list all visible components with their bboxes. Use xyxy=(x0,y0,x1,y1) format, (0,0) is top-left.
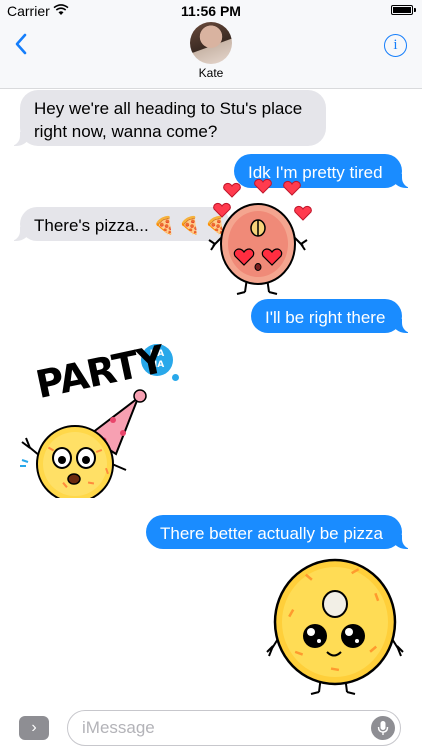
smiling-donut-sticker[interactable] xyxy=(265,556,405,698)
message-text: Hey we're all heading to Stu's place xyxy=(34,99,303,118)
info-icon[interactable]: i xyxy=(384,34,407,57)
message-text: right now, wanna come? xyxy=(34,122,218,141)
microphone-icon[interactable] xyxy=(371,716,395,740)
contact-avatar[interactable] xyxy=(190,22,232,64)
haha-dot xyxy=(172,374,179,381)
compose-bar: › xyxy=(0,706,422,750)
donut-heart-eyes-sticker[interactable] xyxy=(205,174,325,299)
message-text: I'll be right there xyxy=(265,308,386,327)
back-chevron-icon[interactable] xyxy=(10,32,34,56)
message-text: There's pizza... 🍕 🍕 🍕 xyxy=(34,216,227,235)
message-bubble-incoming[interactable]: There's pizza... 🍕 🍕 🍕 xyxy=(10,207,230,241)
battery-icon xyxy=(391,5,416,15)
contact-name[interactable]: Kate xyxy=(0,66,422,80)
message-bubble-outgoing[interactable]: There better actually be pizza xyxy=(146,515,412,549)
message-input[interactable] xyxy=(67,710,401,746)
status-bar: Carrier 11:56 PM xyxy=(0,0,422,22)
clock: 11:56 PM xyxy=(181,3,241,19)
app-drawer-button[interactable]: › xyxy=(19,716,49,740)
message-bubble-incoming[interactable]: Hey we're all heading to Stu's place rig… xyxy=(10,90,326,146)
message-bubble-outgoing[interactable]: I'll be right there xyxy=(251,299,412,333)
message-text: There better actually be pizza xyxy=(160,524,384,543)
party-donut-sticker[interactable]: PARTY xyxy=(18,337,168,498)
